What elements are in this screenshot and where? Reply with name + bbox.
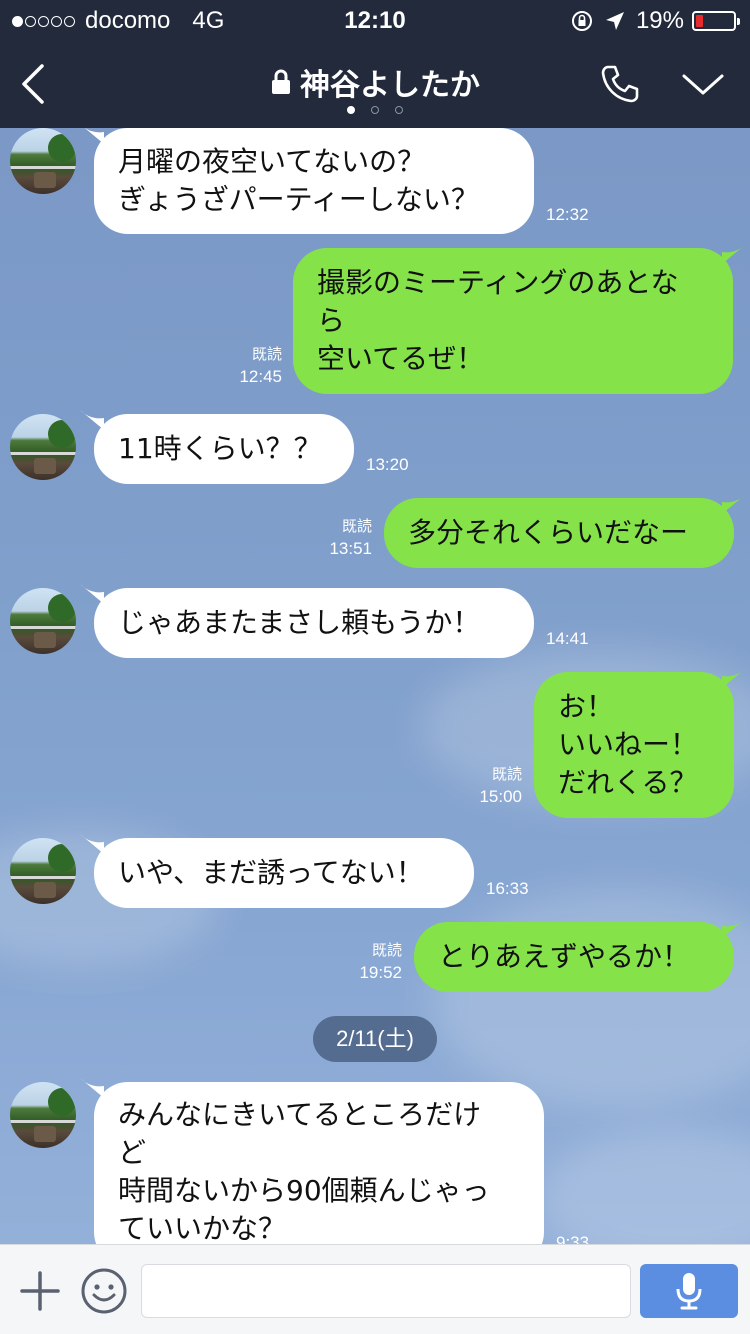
battery-percent: 19% [635,7,684,34]
avatar[interactable] [10,588,76,654]
message-bubble-incoming[interactable]: じゃあまたまさし頼もうか！ [94,588,534,658]
read-receipt: 既読 [371,942,402,959]
message-line: だれくる？ [558,766,698,799]
message-bubble-outgoing[interactable]: お！ いいねー！ だれくる？ [534,672,734,818]
read-receipt: 既読 [251,346,282,363]
message-line: ていいかな？ [118,1212,287,1244]
bubble-tail [722,918,746,938]
bubble-tail [722,668,746,688]
message-line: じゃあまたまさし頼もうか！ [118,606,481,639]
message-line: お！ [558,690,615,723]
message-line: みんなにきいてるところだけ [118,1098,482,1131]
message-time: 既読 13:51 [312,516,372,560]
read-receipt: 既読 [491,766,522,783]
page-dot [347,106,355,114]
status-bar: docomo 4G 12:10 19% [0,0,750,40]
read-receipt: 既読 [341,518,372,535]
message-bubble-outgoing[interactable]: 多分それくらいだなー [384,498,734,568]
phone-icon[interactable] [598,62,642,106]
message-line: 月曜の夜空いてないの？ [118,145,426,178]
page-indicator [0,106,750,114]
message-line: 時間ないから90個頼んじゃっ [118,1174,490,1207]
message-line: いいねー！ [558,728,699,761]
status-right: 19% [570,7,740,35]
message-line: とりあえずやるか！ [438,940,691,973]
message-line: 空いてるぜ！ [317,342,485,375]
message-line: ら [317,304,346,337]
avatar[interactable] [10,414,76,480]
message-line: 11時くらい？？ [118,432,322,465]
page-dot [395,106,403,114]
message-bubble-incoming[interactable]: いや、まだ誘ってない！ [94,838,474,908]
plus-icon[interactable] [18,1269,62,1313]
mic-button[interactable] [640,1264,738,1318]
bubble-tail [722,494,746,514]
microphone-icon [676,1273,702,1310]
message-line: 撮影のミーティングのあとな [317,266,679,299]
chevron-down-icon[interactable] [680,68,726,100]
message-time: 既読 12:45 [222,344,282,388]
message-bubble-outgoing[interactable]: 撮影のミーティングのあとな ら 空いてるぜ！ [293,248,733,394]
location-icon [605,12,624,30]
avatar[interactable] [10,128,76,194]
page-dot [371,106,379,114]
message-time: 既読 19:52 [342,940,402,984]
message-bubble-incoming[interactable]: 11時くらい？？ [94,414,354,484]
message-bubble-outgoing[interactable]: とりあえずやるか！ [414,922,734,992]
chat-header: 神谷よしたか [0,40,750,128]
bubble-tail [722,244,746,264]
contact-name: 神谷よしたか [300,68,480,103]
chat-area[interactable]: 月曜の夜空いてないの？ ぎょうざパーティーしない？ 12:32 撮影のミーティン… [0,128,750,1244]
message-line: ど [118,1136,147,1169]
date-separator: 2/11(土) [313,1016,437,1062]
avatar[interactable] [10,838,76,904]
message-time: 13:20 [366,455,409,474]
rotation-lock-icon [571,11,592,31]
message-line: いや、まだ誘ってない！ [118,856,424,889]
message-input-bar [0,1244,750,1334]
message-time: 9:33 [556,1233,590,1244]
message-bubble-incoming[interactable]: みんなにきいてるところだけ ど 時間ないから90個頼んじゃっ ていいかな？ [94,1082,544,1244]
message-time: 12:32 [546,205,589,224]
message-bubble-incoming[interactable]: 月曜の夜空いてないの？ ぎょうざパーティーしない？ [94,128,534,234]
battery-icon [692,11,740,31]
message-line: 多分それくらいだなー [408,516,689,549]
message-input[interactable] [141,1264,631,1318]
message-time: 既読 15:00 [462,764,522,808]
avatar[interactable] [10,1082,76,1148]
message-time: 14:41 [546,629,589,648]
lock-icon [272,69,290,94]
message-line: ぎょうざパーティーしない？ [118,183,479,216]
message-time: 16:33 [486,879,529,898]
emoji-icon[interactable] [80,1267,128,1315]
battery-fill [696,15,703,27]
